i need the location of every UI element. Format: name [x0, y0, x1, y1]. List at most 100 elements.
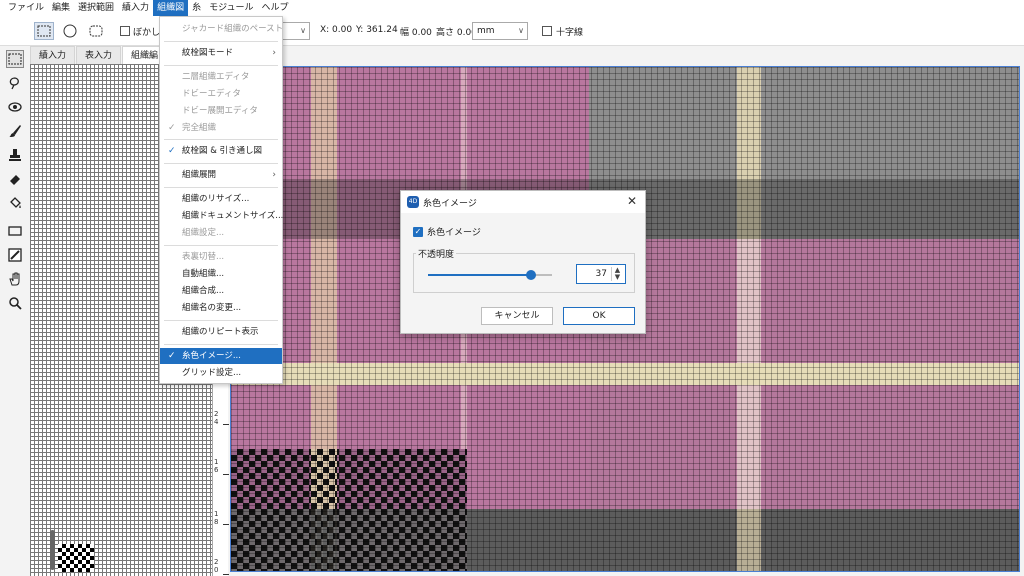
fill-tool[interactable]: [6, 194, 24, 212]
menu-item-label: 組織展開: [182, 170, 217, 180]
color-swap-icon: [8, 248, 22, 262]
options-bar: ぼかし ∨ X: 0.00 Y: 361.24 幅 0.00 高さ 0.00 m…: [0, 16, 1024, 46]
menu-item-label: ドビー展開エディタ: [182, 106, 258, 116]
menu-item-dobby-editor[interactable]: ドビーエディタ: [160, 86, 282, 102]
menu-item-grid-settings[interactable]: グリッド設定...: [160, 365, 282, 381]
menu-weave[interactable]: 組織図: [153, 0, 189, 16]
menu-help[interactable]: ヘルプ: [257, 0, 292, 16]
cancel-button[interactable]: キャンセル: [481, 307, 553, 325]
menu-edit[interactable]: 編集: [48, 0, 74, 16]
x-readout: X: 0.00: [320, 25, 353, 35]
unit-dropdown[interactable]: mm ∨: [472, 22, 528, 40]
unit-value: mm: [477, 26, 495, 36]
yarn-color-image-checkbox[interactable]: ✓ 糸色イメージ: [413, 225, 481, 238]
height-readout: 高さ 0.00: [436, 28, 477, 38]
menu-item-weave-rename[interactable]: 組織名の変更...: [160, 300, 282, 316]
blur-checkbox[interactable]: [120, 26, 130, 36]
eraser-tool[interactable]: [6, 170, 24, 188]
brush-icon: [9, 125, 21, 137]
weave-checker-area: [231, 509, 467, 571]
menu-item-peg-plan-mode[interactable]: 紋栓図モード ›: [160, 45, 282, 61]
menu-selection[interactable]: 選択範囲: [74, 0, 118, 16]
menu-item-dobby-expand-editor[interactable]: ドビー展開エディタ: [160, 103, 282, 119]
brush-tool[interactable]: [6, 122, 24, 140]
chevron-down-icon: ∨: [300, 26, 306, 35]
ellipse-select-button[interactable]: [60, 22, 80, 40]
menu-item-weave-repeat-view[interactable]: 組織のリピート表示: [160, 324, 282, 340]
rounded-select-button[interactable]: [86, 22, 106, 40]
opacity-spinbox[interactable]: 37 ▲ ▼: [576, 264, 626, 284]
rect-select-button[interactable]: [34, 22, 54, 40]
stamp-icon: [9, 149, 21, 161]
ok-button[interactable]: OK: [563, 307, 635, 325]
magnifier-icon: [9, 297, 22, 310]
ellipse-select-icon: [63, 24, 77, 38]
menu-item-label: 組織合成...: [182, 286, 225, 296]
menu-separator: [164, 139, 278, 140]
chevron-right-icon: ›: [272, 48, 276, 58]
menu-item-weave-document-size[interactable]: 組織ドキュメントサイズ...: [160, 208, 283, 224]
spin-arrows-icon[interactable]: ▲ ▼: [611, 267, 623, 281]
paint-bucket-icon: [10, 197, 21, 208]
opacity-slider[interactable]: [428, 270, 552, 280]
menu-item-peg-plan-threading[interactable]: ✓ 紋栓図 & 引き通し図: [160, 143, 282, 159]
menu-file[interactable]: ファイル: [4, 0, 48, 16]
menu-item-face-back-switch[interactable]: 表裏切替...: [160, 249, 282, 265]
dialog-title: 糸色イメージ: [423, 199, 477, 209]
tab-table-input[interactable]: 表入力: [76, 46, 122, 64]
menu-item-double-layer-editor[interactable]: 二層組織エディタ: [160, 69, 282, 85]
menu-item-label: 組織設定...: [182, 228, 225, 238]
menu-bar: ファイル 編集 選択範囲 績入力 組織図 糸 モジュール ヘルプ: [0, 0, 1024, 16]
menu-item-label: ドビーエディタ: [182, 89, 241, 99]
yarn-color-image-dialog: 4D 糸色イメージ ✕ ✓ 糸色イメージ 不透明度 37 ▲ ▼ キャンセル OK: [400, 190, 646, 334]
chevron-down-icon: ∨: [518, 26, 524, 35]
fabric-stripe: [737, 385, 761, 509]
menu-item-weave-resize[interactable]: 組織のリサイズ...: [160, 191, 282, 207]
ruler-label: 4: [214, 418, 219, 426]
vertical-scrollbar[interactable]: [50, 530, 55, 570]
menu-yarn[interactable]: 糸: [188, 0, 205, 16]
tab-input[interactable]: 績入力: [30, 46, 76, 64]
menu-input[interactable]: 績入力: [118, 0, 153, 16]
menu-item-jacquard-paste[interactable]: ジャカード組織のペースト: [160, 21, 283, 37]
color-select-tool[interactable]: [6, 98, 24, 116]
stamp-tool[interactable]: [6, 146, 24, 164]
menu-separator: [164, 163, 278, 164]
menu-item-label: 糸色イメージ...: [182, 351, 241, 361]
menu-item-weave-combine[interactable]: 組織合成...: [160, 283, 282, 299]
hand-icon: [9, 272, 20, 286]
menu-separator: [164, 65, 278, 66]
color-swap-tool[interactable]: [6, 246, 24, 264]
menu-item-weave-settings[interactable]: 組織設定...: [160, 225, 282, 241]
ruler-label: 2: [214, 558, 219, 566]
rect-select-icon: [37, 25, 51, 37]
menu-item-label: 紋栓図モード: [182, 48, 234, 58]
ruler-label: 0: [214, 566, 219, 574]
menu-item-complete-weave[interactable]: ✓ 完全組織: [160, 120, 282, 136]
fabric-stripe: [737, 509, 761, 571]
menu-item-yarn-color-image[interactable]: ✓ 糸色イメージ...: [160, 348, 282, 364]
marquee-icon: [8, 53, 22, 65]
hand-tool[interactable]: [6, 270, 24, 288]
opacity-label: 不透明度: [416, 247, 457, 260]
eraser-icon: [10, 175, 20, 185]
menu-item-label: 二層組織エディタ: [182, 72, 250, 82]
blur-dropdown[interactable]: ∨: [282, 22, 310, 40]
menu-separator: [164, 320, 278, 321]
ruler-tick: [223, 474, 229, 475]
crosshair-checkbox[interactable]: [542, 26, 552, 36]
menu-item-label: 紋栓図 & 引き通し図: [182, 146, 263, 156]
menu-item-weave-expand[interactable]: 組織展開 ›: [160, 167, 282, 183]
menu-item-label: 組織のリピート表示: [182, 327, 259, 337]
zoom-tool[interactable]: [6, 294, 24, 312]
marquee-tool[interactable]: [6, 50, 24, 68]
slider-thumb[interactable]: [525, 270, 536, 280]
fabric-stripe: [589, 385, 1019, 509]
rectangle-tool[interactable]: [6, 222, 24, 240]
lasso-tool[interactable]: [6, 74, 24, 92]
menu-item-label: 自動組織...: [182, 269, 225, 279]
menu-item-auto-weave[interactable]: 自動組織...: [160, 266, 282, 282]
close-icon[interactable]: ✕: [627, 194, 637, 208]
menu-module[interactable]: モジュール: [205, 0, 257, 16]
checkbox-label: 糸色イメージ: [427, 228, 481, 238]
